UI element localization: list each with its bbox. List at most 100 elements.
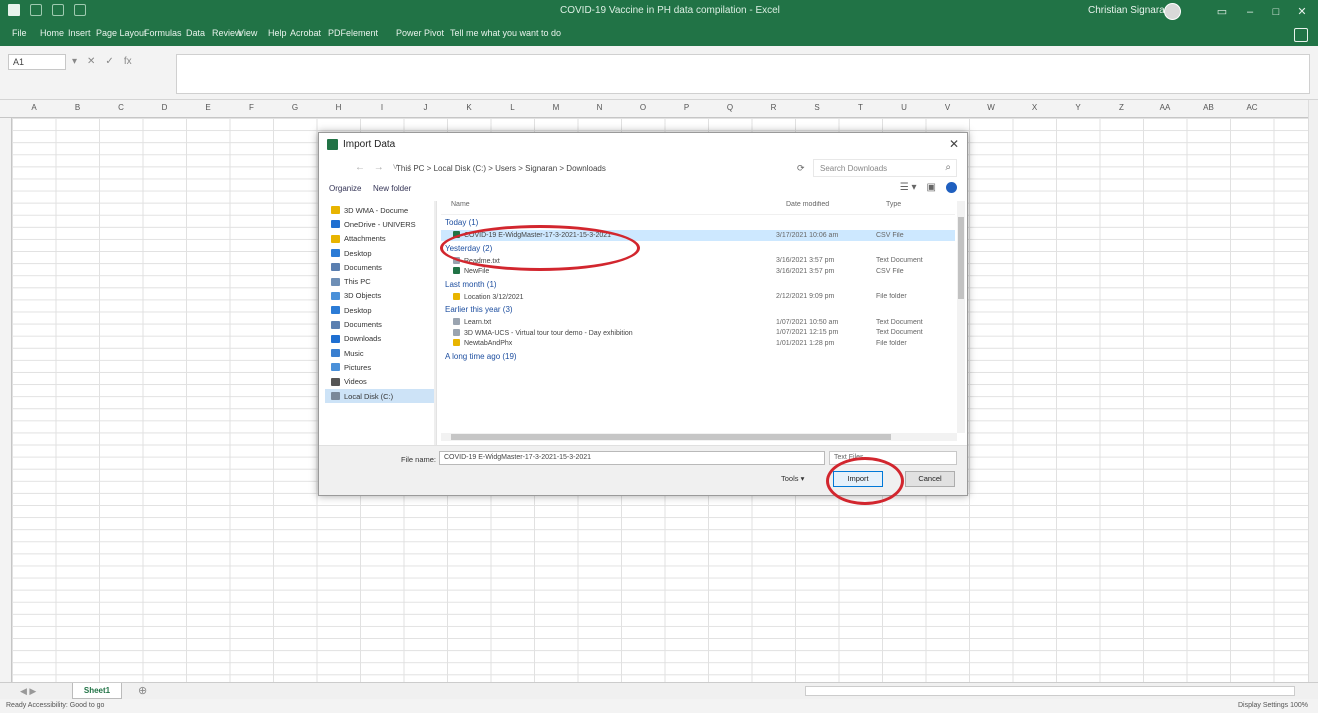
file-row[interactable]: Readme.txt 3/16/2021 3:57 pm Text Document (441, 256, 955, 267)
close-window-icon[interactable]: ✕ (1288, 3, 1316, 21)
file-name-field[interactable]: COVID-19 E-WidgMaster-17-3-2021-15-3-202… (439, 451, 825, 465)
cancel-entry-icon[interactable]: ✕ (87, 56, 95, 67)
nav-item[interactable]: Pictures (325, 360, 436, 374)
file-group-header[interactable]: Today (1) (441, 218, 955, 230)
file-row[interactable]: NewFile 3/16/2021 3:57 pm CSV File (441, 266, 955, 277)
vertical-scrollbar[interactable] (1308, 100, 1318, 682)
confirm-entry-icon[interactable]: ✓ (105, 56, 113, 67)
file-date: 1/07/2021 12:15 pm (776, 329, 839, 337)
status-left: Ready Accessibility: Good to go (6, 702, 105, 709)
file-icon (453, 231, 460, 239)
address-bar[interactable]: This PC > Local Disk (C:) > Users > Sign… (389, 159, 793, 177)
organize-button[interactable]: Organize (329, 184, 361, 193)
column-headers: A B C D E F G H I J K L M N O P Q R S T U V W X Y Z AA AB AC (0, 100, 1318, 118)
ribbon-tab[interactable]: Acrobat (290, 28, 321, 38)
tools-label: Tools (781, 474, 799, 483)
nav-item[interactable]: Documents (325, 260, 436, 274)
nav-item[interactable]: Local Disk (C:) (325, 388, 436, 404)
file-row[interactable]: Location 3/12/2021 2/12/2021 9:09 pm File … (441, 292, 955, 303)
view-menu-icon[interactable]: ☰ ▾ (900, 182, 917, 193)
customize-toolbar-icon[interactable] (74, 4, 86, 16)
formula-input[interactable] (176, 54, 1310, 94)
file-list-hscroll[interactable] (441, 433, 957, 441)
ribbon-tab[interactable]: Home (40, 28, 64, 38)
folder-icon (331, 249, 340, 258)
add-sheet-icon[interactable]: ⊕ (138, 684, 147, 697)
ribbon-tab[interactable]: Help (268, 28, 287, 38)
view-options: ☰ ▾ ▣ (900, 182, 957, 193)
nav-item[interactable]: Attachments (325, 232, 436, 246)
maximize-icon[interactable]: □ (1262, 3, 1290, 21)
sheet-tab-bar: ◀ ▶ Sheet1 ⊕ (0, 682, 1318, 699)
avatar[interactable] (1164, 3, 1181, 20)
file-row[interactable]: 3D WMA-UCS - Virtual tour tour demo - Da… (441, 328, 955, 339)
insert-function-icon[interactable]: fx (124, 56, 132, 67)
ribbon-tab[interactable]: Data (186, 28, 205, 38)
file-group-header[interactable]: A long time ago (19) (441, 352, 955, 364)
nav-item[interactable]: 3D Objects (325, 289, 436, 303)
nav-item[interactable]: 3D WMA - Docume (325, 203, 436, 217)
nav-item[interactable]: Music (325, 346, 436, 360)
column-type-header[interactable]: Type (876, 201, 955, 214)
save-icon[interactable] (8, 4, 20, 16)
tools-dropdown[interactable]: Tools ▾ (781, 474, 804, 483)
search-icon: ⌕ (945, 162, 951, 173)
file-icon (453, 267, 460, 275)
horizontal-scrollbar[interactable] (805, 686, 1295, 696)
nav-item[interactable]: This PC (325, 274, 436, 288)
nav-item-label: Attachments (344, 234, 386, 244)
ribbon-tab[interactable]: Tell me what you want to do (450, 28, 561, 38)
nav-item[interactable]: Desktop (325, 303, 436, 317)
ribbon-tab[interactable]: View (238, 28, 257, 38)
help-icon[interactable] (946, 182, 957, 193)
file-group-header[interactable]: Yesterday (2) (441, 244, 955, 256)
search-input[interactable]: Search Downloads ⌕ (813, 159, 957, 177)
sheet-tab-sheet1[interactable]: Sheet1 (72, 683, 122, 699)
nav-item[interactable]: Downloads (325, 332, 436, 346)
ribbon-tab[interactable]: Insert (68, 28, 91, 38)
file-type-select[interactable]: Text Files (829, 451, 957, 465)
ribbon-tab[interactable]: Formulas (144, 28, 182, 38)
ribbon-tab[interactable]: PDFelement (328, 28, 378, 38)
preview-pane-icon[interactable]: ▣ (927, 182, 936, 193)
cancel-button[interactable]: Cancel (905, 471, 955, 487)
redo-icon[interactable] (52, 4, 64, 16)
file-row[interactable]: NewtabAndPhx 1/01/2021 1:28 pm File folder (441, 338, 955, 349)
column-header[interactable]: AC (1222, 103, 1282, 112)
ribbon-display-icon[interactable]: ▭ (1208, 3, 1236, 21)
file-row[interactable]: COVID-19 E-WidgMaster-17-3-2021-15-3-202… (441, 230, 955, 241)
nav-item-label: OneDrive - UNIVERS (344, 219, 416, 229)
close-icon[interactable]: ✕ (949, 137, 959, 151)
share-icon[interactable] (1294, 28, 1308, 42)
file-group-header[interactable]: Last month (1) (441, 280, 955, 292)
ribbon-tab[interactable]: File (12, 28, 27, 38)
file-list-vscroll[interactable] (957, 201, 965, 433)
column-name-header[interactable]: Name (441, 201, 776, 214)
folder-icon (331, 206, 340, 215)
nav-item[interactable]: Videos (325, 375, 436, 389)
nav-item-label: Documents (344, 320, 382, 330)
minimize-icon[interactable]: – (1236, 3, 1264, 21)
nav-item[interactable]: OneDrive - UNIVERS (325, 217, 436, 231)
nav-item[interactable]: Documents (325, 317, 436, 331)
file-type: Text Document (876, 318, 923, 326)
file-type: Text Document (876, 257, 923, 265)
new-folder-button[interactable]: New folder (373, 184, 411, 193)
undo-icon[interactable] (30, 4, 42, 16)
file-date: 3/16/2021 3:57 pm (776, 257, 835, 265)
ribbon-tab[interactable]: Page Layout (96, 28, 147, 38)
ribbon-tab[interactable]: Power Pivot (396, 28, 444, 38)
file-date: 3/16/2021 3:57 pm (776, 267, 835, 275)
column-date-header[interactable]: Date modified (776, 201, 876, 214)
account-name[interactable]: Christian Signaran (1088, 5, 1170, 16)
import-button[interactable]: Import (833, 471, 883, 487)
file-group-header[interactable]: Earlier this year (3) (441, 305, 955, 317)
nav-item[interactable]: Desktop (325, 246, 436, 260)
sheet-nav-icon[interactable]: ◀ ▶ (20, 686, 36, 697)
chevron-down-icon[interactable]: ▾ (72, 56, 77, 67)
file-row[interactable]: Learn.txt 1/07/2021 10:50 am Text Document (441, 317, 955, 328)
folder-icon (331, 377, 340, 386)
name-box[interactable]: A1 (8, 54, 66, 70)
refresh-icon[interactable]: ⟳ (797, 163, 805, 174)
nav-scrollbar[interactable] (434, 201, 436, 445)
